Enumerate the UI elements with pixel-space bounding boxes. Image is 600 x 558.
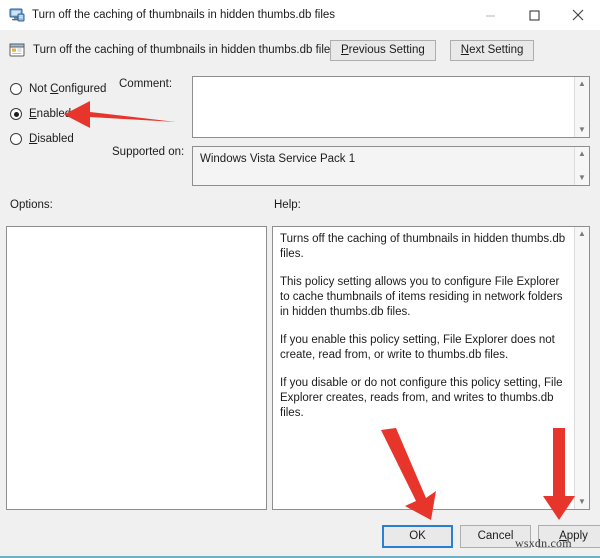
radio-enabled-label: Enabled <box>29 108 72 120</box>
options-content <box>7 227 266 509</box>
options-label: Options: <box>10 199 53 211</box>
radio-enabled[interactable]: Enabled <box>10 103 115 125</box>
comment-label: Comment: <box>119 78 173 90</box>
scroll-up-icon[interactable]: ▲ <box>575 147 590 161</box>
help-panel: Turns off the caching of thumbnails in h… <box>272 226 590 510</box>
radio-not-configured-indicator <box>10 83 22 95</box>
previous-setting-button[interactable]: Previous Setting <box>330 40 436 61</box>
options-panel[interactable] <box>6 226 267 510</box>
scroll-down-icon[interactable]: ▼ <box>575 171 590 185</box>
comment-input[interactable] <box>193 77 574 137</box>
help-scrollbar[interactable]: ▲ ▼ <box>574 227 589 509</box>
help-content: Turns off the caching of thumbnails in h… <box>273 227 574 509</box>
help-paragraph: This policy setting allows you to config… <box>280 276 563 318</box>
scroll-down-icon[interactable]: ▼ <box>575 495 590 509</box>
computer-policy-icon <box>9 8 25 22</box>
scroll-down-icon[interactable]: ▼ <box>575 123 590 137</box>
watermark: wsxdn.com <box>515 536 572 550</box>
scroll-up-icon[interactable]: ▲ <box>575 77 590 91</box>
minimize-icon <box>485 15 495 16</box>
ok-button[interactable]: OK <box>382 525 453 548</box>
comment-field[interactable]: ▲ ▼ <box>192 76 590 138</box>
close-icon <box>572 9 584 21</box>
radio-not-configured[interactable]: Not Configured <box>10 78 115 100</box>
navigation-buttons: Previous Setting Next Setting <box>330 40 535 61</box>
maximize-button[interactable] <box>512 0 556 30</box>
help-paragraph: If you disable or do not configure this … <box>280 377 563 419</box>
policy-state-radio-group: Not Configured Enabled Disabled <box>10 78 115 153</box>
close-button[interactable] <box>556 0 600 30</box>
caption-buttons <box>468 0 600 30</box>
help-paragraph: If you enable this policy setting, File … <box>280 334 555 361</box>
help-label: Help: <box>274 199 301 211</box>
radio-disabled-indicator <box>10 133 22 145</box>
group-policy-setting-dialog: Turn off the caching of thumbnails in hi… <box>0 0 600 558</box>
radio-enabled-indicator <box>10 108 22 120</box>
comment-scrollbar[interactable]: ▲ ▼ <box>574 77 589 137</box>
maximize-icon <box>528 9 540 21</box>
title-bar: Turn off the caching of thumbnails in hi… <box>0 0 600 30</box>
radio-disabled[interactable]: Disabled <box>10 128 115 150</box>
scroll-up-icon[interactable]: ▲ <box>575 227 590 241</box>
supported-on-label: Supported on: <box>112 146 185 158</box>
supported-on-scrollbar[interactable]: ▲ ▼ <box>574 147 589 185</box>
supported-on-value: Windows Vista Service Pack 1 <box>200 153 356 165</box>
minimize-button[interactable] <box>468 0 512 30</box>
next-setting-button[interactable]: Next Setting <box>449 40 535 61</box>
help-paragraph: Turns off the caching of thumbnails in h… <box>280 233 566 260</box>
radio-disabled-label: Disabled <box>29 133 74 145</box>
window-title: Turn off the caching of thumbnails in hi… <box>32 9 336 21</box>
radio-not-configured-label: Not Configured <box>29 83 107 95</box>
setting-name: Turn off the caching of thumbnails in hi… <box>33 44 337 56</box>
policy-setting-icon <box>9 43 25 57</box>
supported-on-field[interactable]: Windows Vista Service Pack 1 ▲ ▼ <box>192 146 590 186</box>
